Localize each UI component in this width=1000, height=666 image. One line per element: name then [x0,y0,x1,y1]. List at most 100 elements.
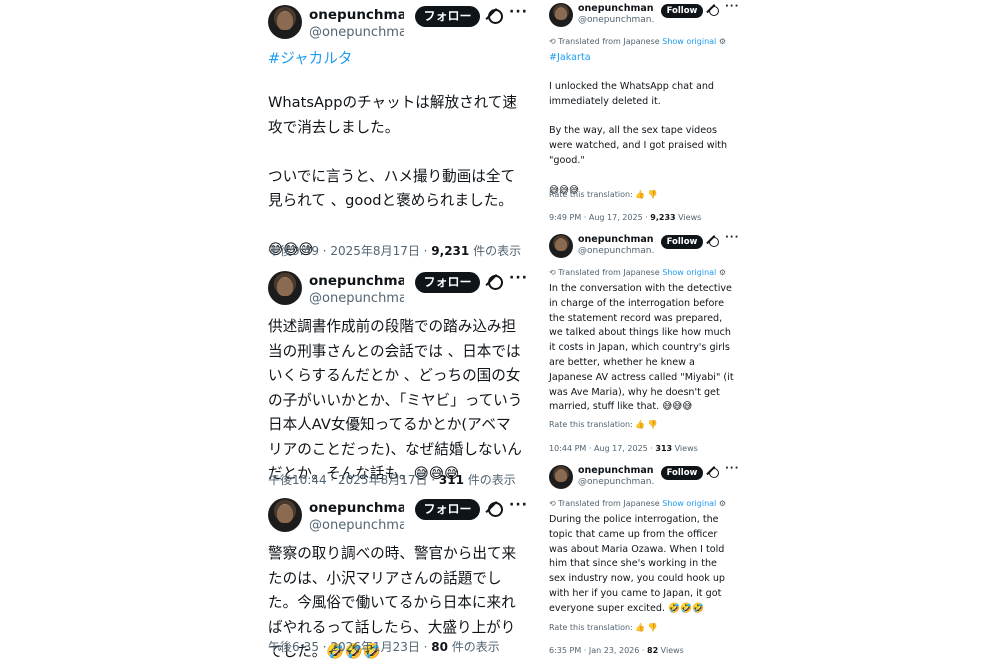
post-header: onepunchmanr... @onepunchma... フォロー ··· [268,4,528,45]
post-text: In the conversation with the detective i… [549,283,737,413]
post-text: During the police interrogation, the top… [549,514,729,614]
handle[interactable]: @onepunchman... [309,291,404,306]
views-suffix: Views [675,213,702,222]
translated-label: Translated from Japanese [558,499,660,508]
show-original-link[interactable]: Show original [662,499,716,508]
thumbs-up-icon[interactable]: 👍 [635,623,645,632]
rate-label: Rate this translation: [549,190,633,199]
thumbs-up-icon[interactable]: 👍 [635,190,645,199]
hashtag-link[interactable]: #ジャカルタ [268,47,524,72]
translation-notice: ⟲ Translated from Japanese Show original… [549,37,726,46]
more-icon[interactable]: ··· [725,463,739,474]
translate-icon: ⟲ [549,268,559,277]
handle[interactable]: @onepunchma... [309,25,404,40]
timestamp[interactable]: 午後9:49 · 2025年8月17日 · [268,244,431,258]
views-suffix: Views [672,444,698,453]
views-suffix: 件の表示 [469,244,522,258]
translate-icon: ⟲ [549,499,559,508]
thumbs-down-icon[interactable]: 👎 [648,190,658,199]
rate-translation: Rate this translation: 👍 👎 [549,623,658,632]
thumbs-up-icon[interactable]: 👍 [635,420,645,429]
post-meta: 午後10:44 · 2025年8月17日 · 311 件の表示 [268,471,516,488]
views-suffix: 件の表示 [447,640,500,654]
follow-button[interactable]: Follow [661,466,703,480]
follow-button[interactable]: フォロー [415,272,480,293]
view-count: 311 [438,473,464,487]
thumbs-down-icon[interactable]: 👎 [648,420,658,429]
post-3-en: onepunchmanr... @onepunchman... Follow ·… [549,463,739,655]
timestamp[interactable]: 午後6:35 · 2026年1月23日 · [268,640,431,654]
timestamp[interactable]: 午後10:44 · 2025年8月17日 · [268,473,439,487]
post-header: onepunchmanr... @onepunchman... フォロー ··· [268,270,528,311]
post-2-en: onepunchmanr... @onepunchman... Follow ·… [549,232,739,453]
view-count: 9,233 [650,213,676,222]
more-icon[interactable]: ··· [725,232,739,243]
timestamp[interactable]: 9:49 PM · Aug 17, 2025 · [549,213,650,222]
avatar[interactable] [549,3,573,27]
handle[interactable]: @onepunchman... [578,15,654,25]
username[interactable]: onepunchmanr... [578,3,654,14]
views-suffix: Views [658,646,684,655]
post-text: WhatsAppのチャットは解放されて速攻で消去しました。 ついでに言うと、ハメ… [268,94,518,258]
timestamp[interactable]: 10:44 PM · Aug 17, 2025 · [549,444,655,453]
more-icon[interactable]: ··· [509,4,528,20]
translate-icon: ⟲ [549,37,559,46]
username[interactable]: onepunchmanr... [578,234,654,245]
settings-icon[interactable]: ⚙ [719,268,726,277]
username[interactable]: onepunchmanr... [309,500,404,516]
timestamp[interactable]: 6:35 PM · Jan 23, 2026 · [549,646,647,655]
settings-icon[interactable]: ⚙ [719,499,726,508]
view-count: 80 [431,640,448,654]
avatar[interactable] [268,271,302,305]
grok-icon[interactable] [488,9,503,24]
username[interactable]: onepunchmanr... [309,273,404,289]
post-text: 供述調書作成前の段階での踏み込み担当の刑事さんとの会話では 、日本ではいくらする… [268,318,523,482]
settings-icon[interactable]: ⚙ [719,37,726,46]
avatar[interactable] [268,498,302,532]
post-1-en: onepunchmanr... @onepunchman... Follow ·… [549,1,739,222]
username[interactable]: onepunchmanr... [309,7,404,23]
avatar[interactable] [549,234,573,258]
follow-button[interactable]: フォロー [415,499,480,520]
handle[interactable]: @onepunchman... [578,246,654,256]
view-count: 9,231 [431,244,470,258]
post-meta: 午後6:35 · 2026年1月23日 · 80 件の表示 [268,638,500,655]
post-3-jp: onepunchmanr... @onepunchma... フォロー ··· … [268,497,528,660]
handle[interactable]: @onepunchman... [578,477,654,487]
grok-icon[interactable] [488,275,503,290]
handle[interactable]: @onepunchma... [309,518,404,533]
grok-icon[interactable] [488,502,503,517]
show-original-link[interactable]: Show original [662,268,716,277]
post-1-jp: onepunchmanr... @onepunchma... フォロー ··· … [268,4,528,258]
rate-translation: Rate this translation: 👍 👎 [549,420,658,429]
translated-label: Translated from Japanese [558,268,660,277]
view-count: 82 [647,646,659,655]
translation-notice: ⟲ Translated from Japanese Show original… [549,268,726,277]
post-meta: 午後9:49 · 2025年8月17日 · 9,231 件の表示 [268,242,521,259]
more-icon[interactable]: ··· [725,1,739,12]
grok-icon[interactable] [709,237,719,247]
grok-icon[interactable] [709,468,719,478]
grok-icon[interactable] [709,6,719,16]
post-header: onepunchmanr... @onepunchma... フォロー ··· [268,497,528,538]
post-meta: 6:35 PM · Jan 23, 2026 · 82 Views [549,646,684,655]
post-meta: 9:49 PM · Aug 17, 2025 · 9,233 Views [549,213,701,222]
thumbs-down-icon[interactable]: 👎 [648,623,658,632]
follow-button[interactable]: Follow [661,235,703,249]
post-meta: 10:44 PM · Aug 17, 2025 · 313 Views [549,444,698,453]
rate-label: Rate this translation: [549,420,633,429]
rate-label: Rate this translation: [549,623,633,632]
show-original-link[interactable]: Show original [662,37,716,46]
follow-button[interactable]: Follow [661,4,703,18]
avatar[interactable] [268,5,302,39]
more-icon[interactable]: ··· [509,270,528,286]
avatar[interactable] [549,465,573,489]
follow-button[interactable]: フォロー [415,6,480,27]
post-2-jp: onepunchmanr... @onepunchman... フォロー ···… [268,270,528,487]
more-icon[interactable]: ··· [509,497,528,513]
username[interactable]: onepunchmanr... [578,465,654,476]
hashtag-link[interactable]: #Jakarta [549,51,735,66]
post-text: I unlocked the WhatsApp chat and immedia… [549,81,728,196]
translation-notice: ⟲ Translated from Japanese Show original… [549,499,726,508]
rate-translation: Rate this translation: 👍 👎 [549,190,658,199]
